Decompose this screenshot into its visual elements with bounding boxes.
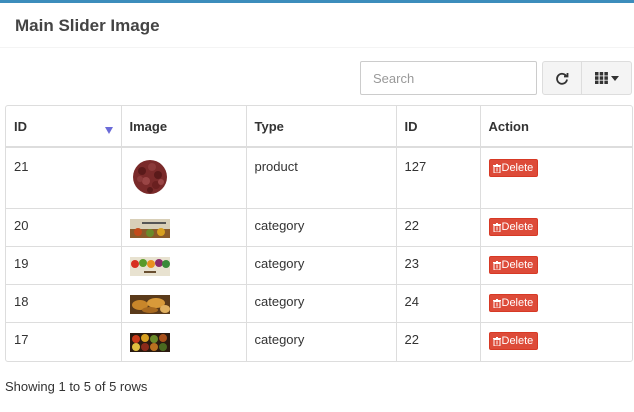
delete-button-label: Delete: [501, 259, 534, 271]
cell-ref-id: 22: [396, 322, 481, 361]
column-header-ref-id[interactable]: ID: [396, 106, 481, 148]
refresh-icon: [556, 72, 569, 85]
column-header-id[interactable]: ID: [6, 106, 122, 148]
table-header-row: ID Image Type ID Action: [6, 106, 632, 148]
trash-icon: [492, 163, 501, 173]
sort-descending-icon: [104, 127, 113, 134]
table-toolbar: [360, 61, 632, 95]
delete-button-label: Delete: [501, 162, 534, 174]
pagination-info: Showing 1 to 5 of 5 rows: [5, 379, 148, 394]
panel-title: Main Slider Image: [15, 16, 160, 35]
delete-button[interactable]: Delete: [488, 294, 539, 312]
trash-icon: [492, 222, 501, 232]
cell-image: [121, 208, 247, 247]
delete-button-label: Delete: [501, 335, 534, 347]
grid-columns-icon: [594, 72, 608, 84]
bakery-banner-thumbnail: [129, 295, 170, 314]
cell-type: category: [246, 208, 397, 247]
cell-type: product: [246, 147, 397, 209]
cell-type: category: [246, 322, 397, 361]
delete-button-label: Delete: [501, 221, 534, 233]
column-header-label: ID: [14, 119, 27, 134]
cell-ref-id: 24: [396, 284, 481, 323]
table-row: 20 category 22 Delete: [6, 208, 632, 247]
delete-button-label: Delete: [501, 297, 534, 309]
cell-type: category: [246, 284, 397, 323]
panel-header: Main Slider Image: [0, 3, 634, 48]
cell-image: [121, 322, 247, 361]
cell-action: Delete: [480, 284, 632, 323]
cell-image: [121, 284, 247, 323]
columns-toggle-button[interactable]: [582, 61, 632, 95]
delete-button[interactable]: Delete: [488, 332, 539, 350]
delete-button[interactable]: Delete: [488, 256, 539, 274]
coffee-beans-thumbnail: [132, 160, 167, 194]
table-row: 19 category 23 Delete: [6, 246, 632, 285]
column-header-type[interactable]: Type: [246, 106, 397, 148]
cell-id: 18: [6, 284, 122, 323]
search-input[interactable]: [360, 61, 537, 95]
cell-type: category: [246, 246, 397, 285]
delete-button[interactable]: Delete: [488, 218, 539, 236]
trash-icon: [492, 260, 501, 270]
cell-id: 21: [6, 147, 122, 209]
cell-ref-id: 22: [396, 208, 481, 247]
cell-id: 20: [6, 208, 122, 247]
table-row: 18 category 24 Delete: [6, 284, 632, 323]
refresh-button[interactable]: [542, 61, 582, 95]
trash-icon: [492, 298, 501, 308]
slider-image-panel: Main Slider Image Search ID Image Type I…: [0, 0, 634, 412]
vegetables-banner-thumbnail: [129, 257, 170, 276]
column-header-action[interactable]: Action: [480, 106, 632, 148]
cell-image: [121, 246, 247, 285]
trash-icon: [492, 336, 501, 346]
spices-banner-thumbnail: [129, 333, 170, 352]
delete-button[interactable]: Delete: [488, 159, 539, 177]
cell-id: 17: [6, 322, 122, 361]
slider-table: ID Image Type ID Action 21 product 127 D…: [5, 105, 633, 362]
table-row: 17 category 22 Delete: [6, 322, 632, 361]
cell-action: Delete: [480, 246, 632, 285]
cell-ref-id: 127: [396, 147, 481, 209]
food-banner-thumbnail: [129, 219, 170, 238]
cell-action: Delete: [480, 147, 632, 209]
chevron-down-icon: [610, 75, 619, 81]
cell-action: Delete: [480, 322, 632, 361]
cell-image: [121, 147, 247, 209]
cell-ref-id: 23: [396, 246, 481, 285]
cell-id: 19: [6, 246, 122, 285]
column-header-image[interactable]: Image: [121, 106, 247, 148]
cell-action: Delete: [480, 208, 632, 247]
table-row: 21 product 127 Delete: [6, 147, 632, 209]
